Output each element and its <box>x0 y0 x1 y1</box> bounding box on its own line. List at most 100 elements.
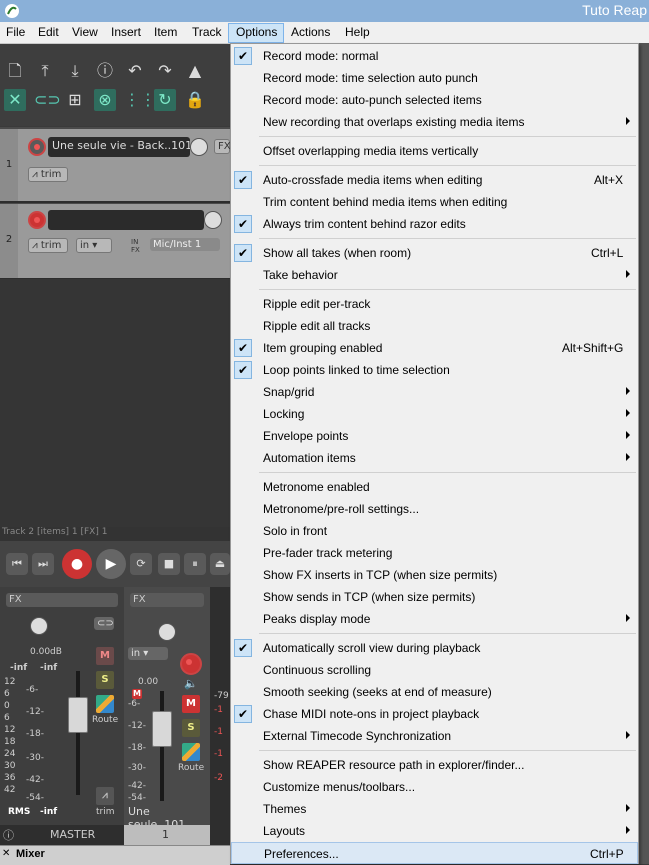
volume-knob[interactable] <box>204 211 222 229</box>
solo-button[interactable]: S <box>96 671 114 689</box>
loop-icon[interactable]: ↻ <box>154 89 176 111</box>
menu-item-metronome-pre-roll-settings[interactable]: Metronome/pre-roll settings... <box>231 498 638 520</box>
menu-item-auto-crossfade-media-items-when-editing[interactable]: ✔ Auto-crossfade media items when editing… <box>231 169 638 191</box>
menu-item-smooth-seeking-seeks-at-end-of-measure[interactable]: Smooth seeking (seeks at end of measure) <box>231 681 638 703</box>
input-button[interactable]: in ▾ <box>128 647 168 660</box>
fx-button[interactable]: FX <box>214 139 231 154</box>
route-label[interactable]: Route <box>178 763 204 773</box>
menu-item-take-behavior[interactable]: Take behavior <box>231 264 638 286</box>
close-icon[interactable]: ✕ <box>2 848 10 859</box>
link-icon[interactable]: ⊂⊃ <box>34 89 61 111</box>
menu-item-envelope-points[interactable]: Envelope points <box>231 425 638 447</box>
menu-options[interactable]: Options <box>236 25 277 39</box>
menu-item-customize-menus-toolbars[interactable]: Customize menus/toolbars... <box>231 776 638 798</box>
input-button[interactable]: in ▾ <box>76 238 112 253</box>
play-icon[interactable]: ▶ <box>96 549 126 579</box>
info-icon[interactable]: ⓘ <box>94 60 116 82</box>
record-arm-button[interactable] <box>180 653 202 675</box>
track-number-cell[interactable]: 1 <box>124 825 210 845</box>
menu-item-chase-midi-note-ons-in-project-playback[interactable]: ✔ Chase MIDI note-ons in project playback <box>231 703 638 725</box>
menu-item-new-recording-that-overlaps-existing-media-items[interactable]: New recording that overlaps existing med… <box>231 111 638 133</box>
route-icon[interactable] <box>182 743 200 761</box>
load-icon[interactable]: ⤓ <box>64 60 86 82</box>
menu-item-record-mode-time-selection-auto-punch[interactable]: Record mode: time selection auto punch <box>231 67 638 89</box>
menu-item-show-sends-in-tcp-when-size-permits[interactable]: Show sends in TCP (when size permits) <box>231 586 638 608</box>
pan-knob[interactable] <box>158 623 176 641</box>
track-name[interactable]: Une seule vie - Back..101 <box>48 137 190 157</box>
menu-item-trim-content-behind-media-items-when-editing[interactable]: Trim content behind media items when edi… <box>231 191 638 213</box>
menu-item-peaks-display-mode[interactable]: Peaks display mode <box>231 608 638 630</box>
menu-file[interactable]: File <box>6 25 25 39</box>
menu-item-locking[interactable]: Locking <box>231 403 638 425</box>
menu-item-solo-in-front[interactable]: Solo in front <box>231 520 638 542</box>
envelope-icon[interactable]: ⩘ <box>96 787 114 805</box>
record-icon[interactable]: ● <box>62 549 92 579</box>
stop-icon[interactable]: ■ <box>158 553 180 575</box>
menu-item-external-timecode-synchronization[interactable]: External Timecode Synchronization <box>231 725 638 747</box>
undo-icon[interactable]: ↶ <box>124 60 146 82</box>
snap-icon[interactable]: ⋮⋮ <box>124 89 156 111</box>
save-icon[interactable]: ⤒ <box>34 60 56 82</box>
menu-item-show-fx-inserts-in-tcp-when-size-permits[interactable]: Show FX inserts in TCP (when size permit… <box>231 564 638 586</box>
input-fx-button[interactable]: IN FX <box>130 238 148 254</box>
menu-item-ripple-edit-per-track[interactable]: Ripple edit per-track <box>231 293 638 315</box>
mute-button[interactable]: M <box>96 647 114 665</box>
input-source[interactable]: Mic/Inst 1 <box>150 238 220 251</box>
fx-button[interactable]: FX <box>6 593 118 607</box>
more-icon[interactable]: ⏏ <box>210 553 230 575</box>
menu-item-metronome-enabled[interactable]: Metronome enabled <box>231 476 638 498</box>
menu-item-show-reaper-resource-path-in-explorer-finder[interactable]: Show REAPER resource path in explorer/fi… <box>231 754 638 776</box>
route-label[interactable]: Route <box>92 715 118 725</box>
track-fader[interactable] <box>152 711 172 747</box>
menu-item-continuous-scrolling[interactable]: Continuous scrolling <box>231 659 638 681</box>
link-icon[interactable]: ⊂⊃ <box>94 617 114 630</box>
mute-button[interactable]: M <box>182 695 200 713</box>
track-name[interactable] <box>48 210 204 230</box>
new-file-icon[interactable]: 🗋 <box>4 60 26 82</box>
speaker-icon[interactable]: 🔈 <box>184 677 198 690</box>
solo-button[interactable]: S <box>182 719 200 737</box>
menu-item-offset-overlapping-media-items-vertically[interactable]: Offset overlapping media items verticall… <box>231 140 638 162</box>
menu-actions[interactable]: Actions <box>291 25 330 39</box>
menu-track[interactable]: Track <box>192 25 222 39</box>
mixer-tab[interactable]: ✕ Mixer <box>0 845 230 865</box>
go-to-start-icon[interactable]: ⏮ <box>6 553 28 575</box>
volume-knob[interactable] <box>190 138 208 156</box>
fx-button[interactable]: FX <box>130 593 204 607</box>
menu-help[interactable]: Help <box>345 25 370 39</box>
menu-item-pre-fader-track-metering[interactable]: Pre-fader track metering <box>231 542 638 564</box>
master-fader[interactable] <box>68 697 88 733</box>
record-arm-button[interactable] <box>28 211 46 229</box>
menu-view[interactable]: View <box>72 25 98 39</box>
menu-edit[interactable]: Edit <box>38 25 59 39</box>
menu-item-preferences[interactable]: Preferences... Ctrl+P <box>231 842 638 864</box>
menu-item-automation-items[interactable]: Automation items <box>231 447 638 469</box>
trim-button[interactable]: ⩘ trim <box>28 167 68 182</box>
menu-insert[interactable]: Insert <box>111 25 141 39</box>
menu-item-themes[interactable]: Themes <box>231 798 638 820</box>
track-1[interactable]: 1 Une seule vie - Back..101 FX ⩘ trim <box>0 129 231 203</box>
trim-label[interactable]: trim <box>96 807 115 817</box>
menu-item-layouts[interactable]: Layouts <box>231 820 638 842</box>
arrange-empty-area[interactable] <box>0 279 230 529</box>
group-icon[interactable]: ⊗ <box>94 89 116 111</box>
menu-item-automatically-scroll-view-during-playback[interactable]: ✔ Automatically scroll view during playba… <box>231 637 638 659</box>
menu-item-item-grouping-enabled[interactable]: ✔ Item grouping enabled Alt+Shift+G <box>231 337 638 359</box>
repeat-icon[interactable]: ⟳ <box>130 553 152 575</box>
metronome-icon[interactable]: ▲ <box>184 60 206 82</box>
pan-knob[interactable] <box>30 617 48 635</box>
lock-icon[interactable]: 🔒 <box>184 89 206 111</box>
menu-item[interactable]: Item <box>154 25 177 39</box>
track-2[interactable]: 2 🔈 ⩘ trim in ▾ IN FX Mic/Inst 1 <box>0 204 230 280</box>
info-icon[interactable]: ⓘ <box>3 827 14 843</box>
menu-item-ripple-edit-all-tracks[interactable]: Ripple edit all tracks <box>231 315 638 337</box>
ripple-icon[interactable]: ✕ <box>4 89 26 111</box>
pause-icon[interactable]: ⏸ <box>184 553 206 575</box>
go-to-end-icon[interactable]: ⏭ <box>32 553 54 575</box>
menu-item-record-mode-normal[interactable]: ✔ Record mode: normal <box>231 45 638 67</box>
route-icon[interactable] <box>96 695 114 713</box>
menu-item-always-trim-content-behind-razor-edits[interactable]: ✔ Always trim content behind razor edits <box>231 213 638 235</box>
menu-item-snap-grid[interactable]: Snap/grid <box>231 381 638 403</box>
menu-item-loop-points-linked-to-time-selection[interactable]: ✔ Loop points linked to time selection <box>231 359 638 381</box>
grid-icon[interactable]: ⊞ <box>64 89 86 111</box>
